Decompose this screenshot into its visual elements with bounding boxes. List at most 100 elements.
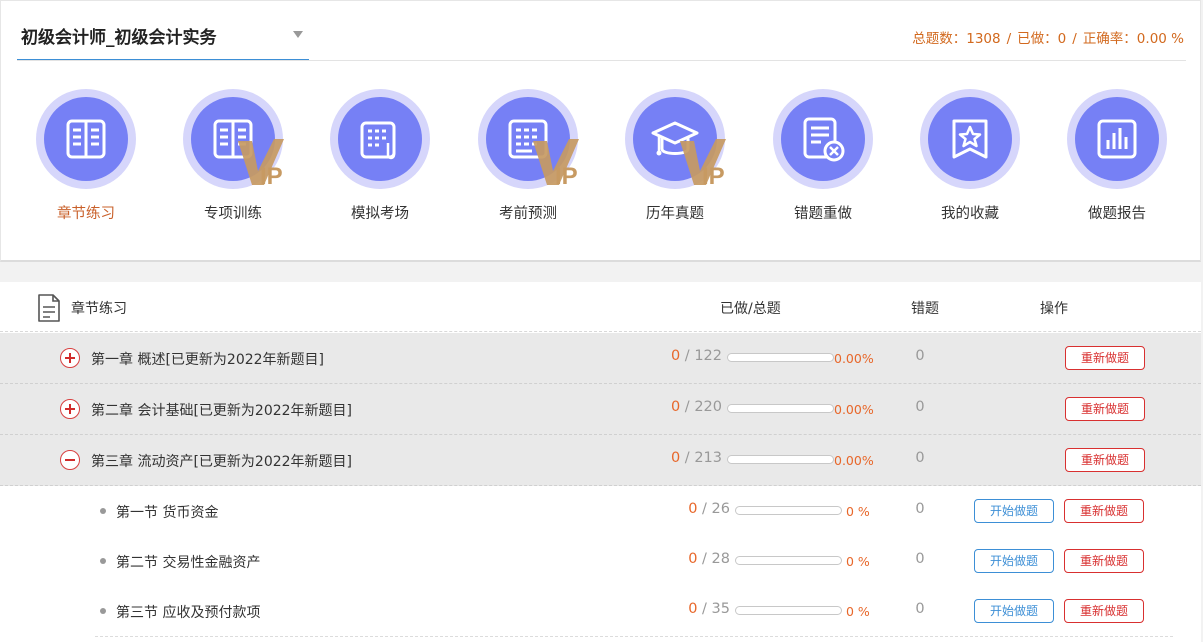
subject-title: 初级会计师_初级会计实务 <box>21 28 217 48</box>
mode-label: 专项训练 <box>204 206 262 222</box>
bullet-icon <box>100 608 106 614</box>
vip-label: IP <box>702 163 725 187</box>
start-button[interactable]: 开始做题 <box>974 499 1054 523</box>
chapter-row[interactable]: 第三章 流动资产[已更新为2022年新题目] 0 / 213 0.00% 0 重新… <box>0 435 1201 486</box>
progress-percent: 0 % <box>846 504 870 519</box>
collapse-icon[interactable] <box>60 450 80 470</box>
header-action: 操作 <box>1040 301 1068 317</box>
mode-item[interactable]: 我的收藏 <box>905 89 1035 229</box>
done-count: 0 <box>670 348 681 364</box>
document-icon <box>38 294 60 322</box>
redo-button[interactable]: 重新做题 <box>1064 499 1144 523</box>
vip-badge-icon: IP <box>680 139 726 187</box>
book-icon <box>66 119 106 159</box>
total-count: 26 <box>711 501 730 517</box>
wrong-count: 0 <box>915 601 925 617</box>
star-bookmark-icon <box>952 119 988 159</box>
divider <box>17 60 1186 61</box>
done-count: 0 <box>688 601 698 617</box>
header-progress: 已做/总题 <box>720 301 781 317</box>
mode-icon-circle[interactable] <box>920 89 1020 189</box>
row-title[interactable]: 第二章 会计基础[已更新为2022年新题目] <box>91 400 352 420</box>
wrong-count: 0 <box>915 450 925 466</box>
redo-button[interactable]: 重新做题 <box>1064 549 1144 573</box>
mode-label: 模拟考场 <box>351 206 409 222</box>
total-count: 总题数：1308 <box>912 31 1001 47</box>
progress-count: 0 / 26 <box>688 501 730 517</box>
mode-item[interactable]: 模拟考场 <box>315 89 445 229</box>
mode-item[interactable]: IP 考前预测 <box>463 89 593 229</box>
wrong-count: 0 <box>915 348 925 364</box>
section-row[interactable]: 第二节 交易性金融资产 0 / 28 0 % 0 开始做题 重新做题 <box>0 536 1201 587</box>
separator: / <box>1072 31 1077 47</box>
total-count: 28 <box>711 551 730 567</box>
progress-bar <box>735 506 842 515</box>
progress-percent: 0 % <box>846 554 870 569</box>
section-row[interactable]: 第一节 货币资金 0 / 26 0 % 0 开始做题 重新做题 <box>0 486 1201 537</box>
progress-percent: 0 % <box>846 604 870 619</box>
notepad-icon <box>360 121 396 160</box>
total-count: 220 <box>694 399 722 415</box>
mode-item[interactable]: 做题报告 <box>1052 89 1182 229</box>
total-count: 122 <box>694 348 722 364</box>
vip-label: IP <box>555 163 578 187</box>
mode-icon-circle[interactable] <box>1067 89 1167 189</box>
top-panel: 初级会计师_初级会计实务 总题数：1308 / 已做：0 / 正确率：0.00 % 章节… <box>0 0 1201 262</box>
progress-bar <box>727 404 834 413</box>
mode-item[interactable]: IP 专项训练 <box>168 89 298 229</box>
progress-count: 0 / 28 <box>688 551 730 567</box>
start-button[interactable]: 开始做题 <box>974 599 1054 623</box>
stats-summary: 总题数：1308 / 已做：0 / 正确率：0.00 % <box>912 27 1184 47</box>
progress-count: 0 / 220 <box>670 399 722 415</box>
row-title[interactable]: 第三节 应收及预付款项 <box>116 602 260 622</box>
bar-chart-icon <box>1097 119 1137 159</box>
mode-item[interactable]: 错题重做 <box>758 89 888 229</box>
mode-item[interactable]: 章节练习 <box>21 89 151 229</box>
accuracy-rate: 正确率：0.00 % <box>1082 31 1184 47</box>
chevron-down-icon[interactable] <box>293 31 303 38</box>
separator: / <box>1006 31 1012 47</box>
subject-selector[interactable]: 初级会计师_初级会计实务 <box>17 11 309 61</box>
progress-count: 0 / 35 <box>688 601 730 617</box>
done-count: 0 <box>688 551 698 567</box>
header-wrong: 错题 <box>911 301 939 317</box>
expand-icon[interactable] <box>60 399 80 419</box>
mode-label: 章节练习 <box>57 206 115 222</box>
chapter-row[interactable]: 第一章 概述[已更新为2022年新题目] 0 / 122 0.00% 0 重新做题 <box>0 333 1201 384</box>
mode-item[interactable]: IP 历年真题 <box>610 89 740 229</box>
mode-icon-circle[interactable] <box>36 89 136 189</box>
redo-button[interactable]: 重新做题 <box>1065 448 1145 472</box>
redo-button[interactable]: 重新做题 <box>1065 397 1145 421</box>
progress-percent: 0.00% <box>834 453 874 468</box>
section-row[interactable]: 第三节 应收及预付款项 0 / 35 0 % 0 开始做题 重新做题 <box>0 586 1201 637</box>
mode-icon-circle[interactable] <box>773 89 873 189</box>
redo-button[interactable]: 重新做题 <box>1064 599 1144 623</box>
done-count: 0 <box>670 450 681 466</box>
row-title[interactable]: 第一章 概述[已更新为2022年新题目] <box>91 349 324 369</box>
vip-badge-icon: IP <box>533 139 579 187</box>
progress-bar <box>727 353 834 362</box>
row-title[interactable]: 第三章 流动资产[已更新为2022年新题目] <box>91 451 352 471</box>
vip-badge-icon: IP <box>238 139 284 187</box>
progress-count: 0 / 213 <box>670 450 722 466</box>
start-button[interactable]: 开始做题 <box>974 549 1054 573</box>
progress-percent: 0.00% <box>834 351 874 366</box>
row-title[interactable]: 第二节 交易性金融资产 <box>116 552 260 572</box>
document-x-icon <box>803 117 845 162</box>
redo-button[interactable]: 重新做题 <box>1065 346 1145 370</box>
total-count: 213 <box>694 450 722 466</box>
row-title[interactable]: 第一节 货币资金 <box>116 502 218 522</box>
mode-label: 历年真题 <box>646 206 704 222</box>
chapter-table: 章节练习 已做/总题 错题 操作 第一章 概述[已更新为2022年新题目] 0 … <box>0 282 1201 642</box>
bullet-icon <box>100 558 106 564</box>
done-count: 已做：0 <box>1017 31 1067 47</box>
vip-label: IP <box>260 163 283 187</box>
progress-count: 0 / 122 <box>670 348 722 364</box>
wrong-count: 0 <box>915 551 925 567</box>
practice-mode-list: 章节练习 IP 专项训练 模拟考场 IP 考前预测 IP 历年真题 错题重做 我… <box>1 89 1202 229</box>
chapter-row[interactable]: 第二章 会计基础[已更新为2022年新题目] 0 / 220 0.00% 0 重新… <box>0 384 1201 435</box>
done-count: 0 <box>688 501 698 517</box>
table-header: 章节练习 已做/总题 错题 操作 <box>0 282 1201 332</box>
mode-icon-circle[interactable] <box>330 89 430 189</box>
expand-icon[interactable] <box>60 348 80 368</box>
